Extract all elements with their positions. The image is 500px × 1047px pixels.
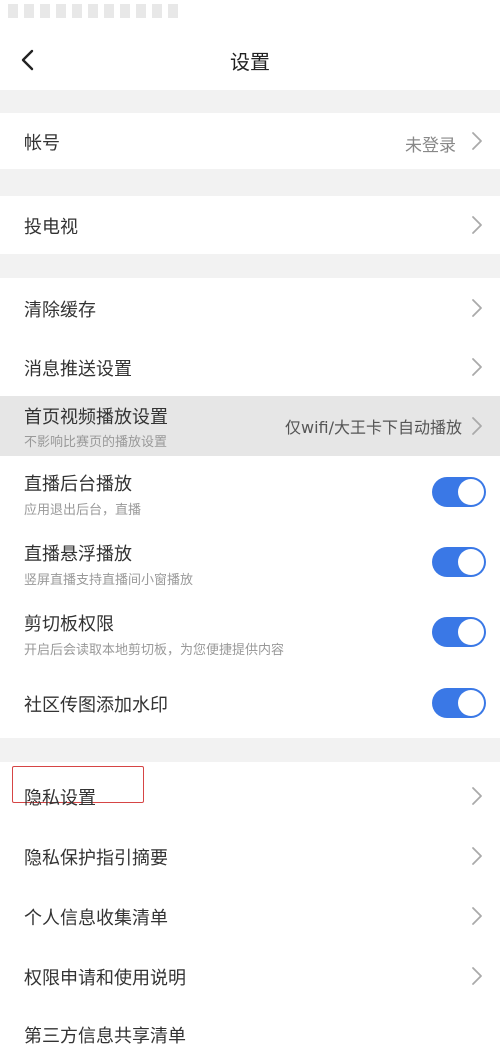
float-play-toggle[interactable]	[432, 547, 486, 577]
permissions-row[interactable]: 权限申请和使用说明	[0, 942, 500, 1002]
clear-cache-row[interactable]: 清除缓存	[0, 278, 500, 336]
page-title: 设置	[230, 50, 270, 74]
clipboard-row: 剪切板权限 开启后会读取本地剪切板，为您便捷提供内容	[0, 596, 500, 666]
status-icons	[8, 4, 178, 18]
chevron-right-icon	[472, 299, 482, 317]
bg-play-row: 直播后台播放 应用退出后台，直播	[0, 456, 500, 526]
push-settings-label: 消息推送设置	[24, 359, 132, 380]
watermark-label: 社区传图添加水印	[24, 695, 168, 716]
cast-label: 投电视	[24, 217, 78, 238]
toggle-knob	[458, 619, 484, 645]
account-section: 帐号 未登录	[0, 113, 500, 169]
bg-play-sub: 应用退出后台，直播	[24, 503, 142, 518]
chevron-right-icon	[472, 907, 482, 925]
toggle-knob	[458, 690, 484, 716]
privacy-settings-label: 隐私设置	[24, 788, 96, 809]
account-status: 未登录	[405, 136, 456, 156]
autoplay-sub: 不影响比赛页的播放设置	[24, 435, 168, 450]
clear-cache-label: 清除缓存	[24, 300, 96, 321]
clipboard-toggle[interactable]	[432, 617, 486, 647]
status-bar	[0, 0, 500, 30]
privacy-section: 隐私设置 隐私保护指引摘要 个人信息收集清单 权限申请和使用说明 第三方信息共享…	[0, 762, 500, 1047]
clipboard-sub: 开启后会读取本地剪切板，为您便捷提供内容	[24, 643, 285, 658]
account-label: 帐号	[24, 133, 60, 154]
privacy-settings-row[interactable]: 隐私设置	[0, 762, 500, 822]
account-row[interactable]: 帐号 未登录	[0, 113, 500, 169]
chevron-right-icon	[472, 787, 482, 805]
chevron-right-icon	[472, 358, 482, 376]
cast-row[interactable]: 投电视	[0, 196, 500, 254]
push-settings-row[interactable]: 消息推送设置	[0, 336, 500, 396]
third-party-row[interactable]: 第三方信息共享清单	[0, 1002, 500, 1047]
chevron-right-icon	[472, 967, 482, 985]
privacy-guide-row[interactable]: 隐私保护指引摘要	[0, 822, 500, 882]
cast-section: 投电视	[0, 196, 500, 254]
autoplay-label: 首页视频播放设置	[24, 407, 168, 428]
permissions-label: 权限申请和使用说明	[24, 968, 186, 989]
general-section: 清除缓存 消息推送设置 首页视频播放设置 不影响比赛页的播放设置 仅wifi/大…	[0, 278, 500, 738]
chevron-right-icon	[472, 417, 482, 435]
personal-info-label: 个人信息收集清单	[24, 908, 168, 929]
toggle-knob	[458, 479, 484, 505]
float-play-label: 直播悬浮播放	[24, 544, 132, 565]
chevron-right-icon	[472, 132, 482, 150]
privacy-guide-label: 隐私保护指引摘要	[24, 848, 168, 869]
third-party-label: 第三方信息共享清单	[24, 1026, 186, 1047]
bg-play-label: 直播后台播放	[24, 474, 132, 495]
nav-header: 设置	[0, 30, 500, 90]
float-play-sub: 竖屏直播支持直播间小窗播放	[24, 573, 194, 588]
autoplay-settings-row[interactable]: 首页视频播放设置 不影响比赛页的播放设置 仅wifi/大王卡下自动播放	[0, 396, 500, 456]
bg-play-toggle[interactable]	[432, 477, 486, 507]
chevron-right-icon	[472, 847, 482, 865]
float-play-row: 直播悬浮播放 竖屏直播支持直播间小窗播放	[0, 526, 500, 596]
personal-info-row[interactable]: 个人信息收集清单	[0, 882, 500, 942]
toggle-knob	[458, 549, 484, 575]
watermark-row: 社区传图添加水印	[0, 666, 500, 738]
clipboard-label: 剪切板权限	[24, 614, 114, 635]
watermark-toggle[interactable]	[432, 688, 486, 718]
chevron-right-icon	[472, 216, 482, 234]
autoplay-value: 仅wifi/大王卡下自动播放	[284, 418, 462, 437]
